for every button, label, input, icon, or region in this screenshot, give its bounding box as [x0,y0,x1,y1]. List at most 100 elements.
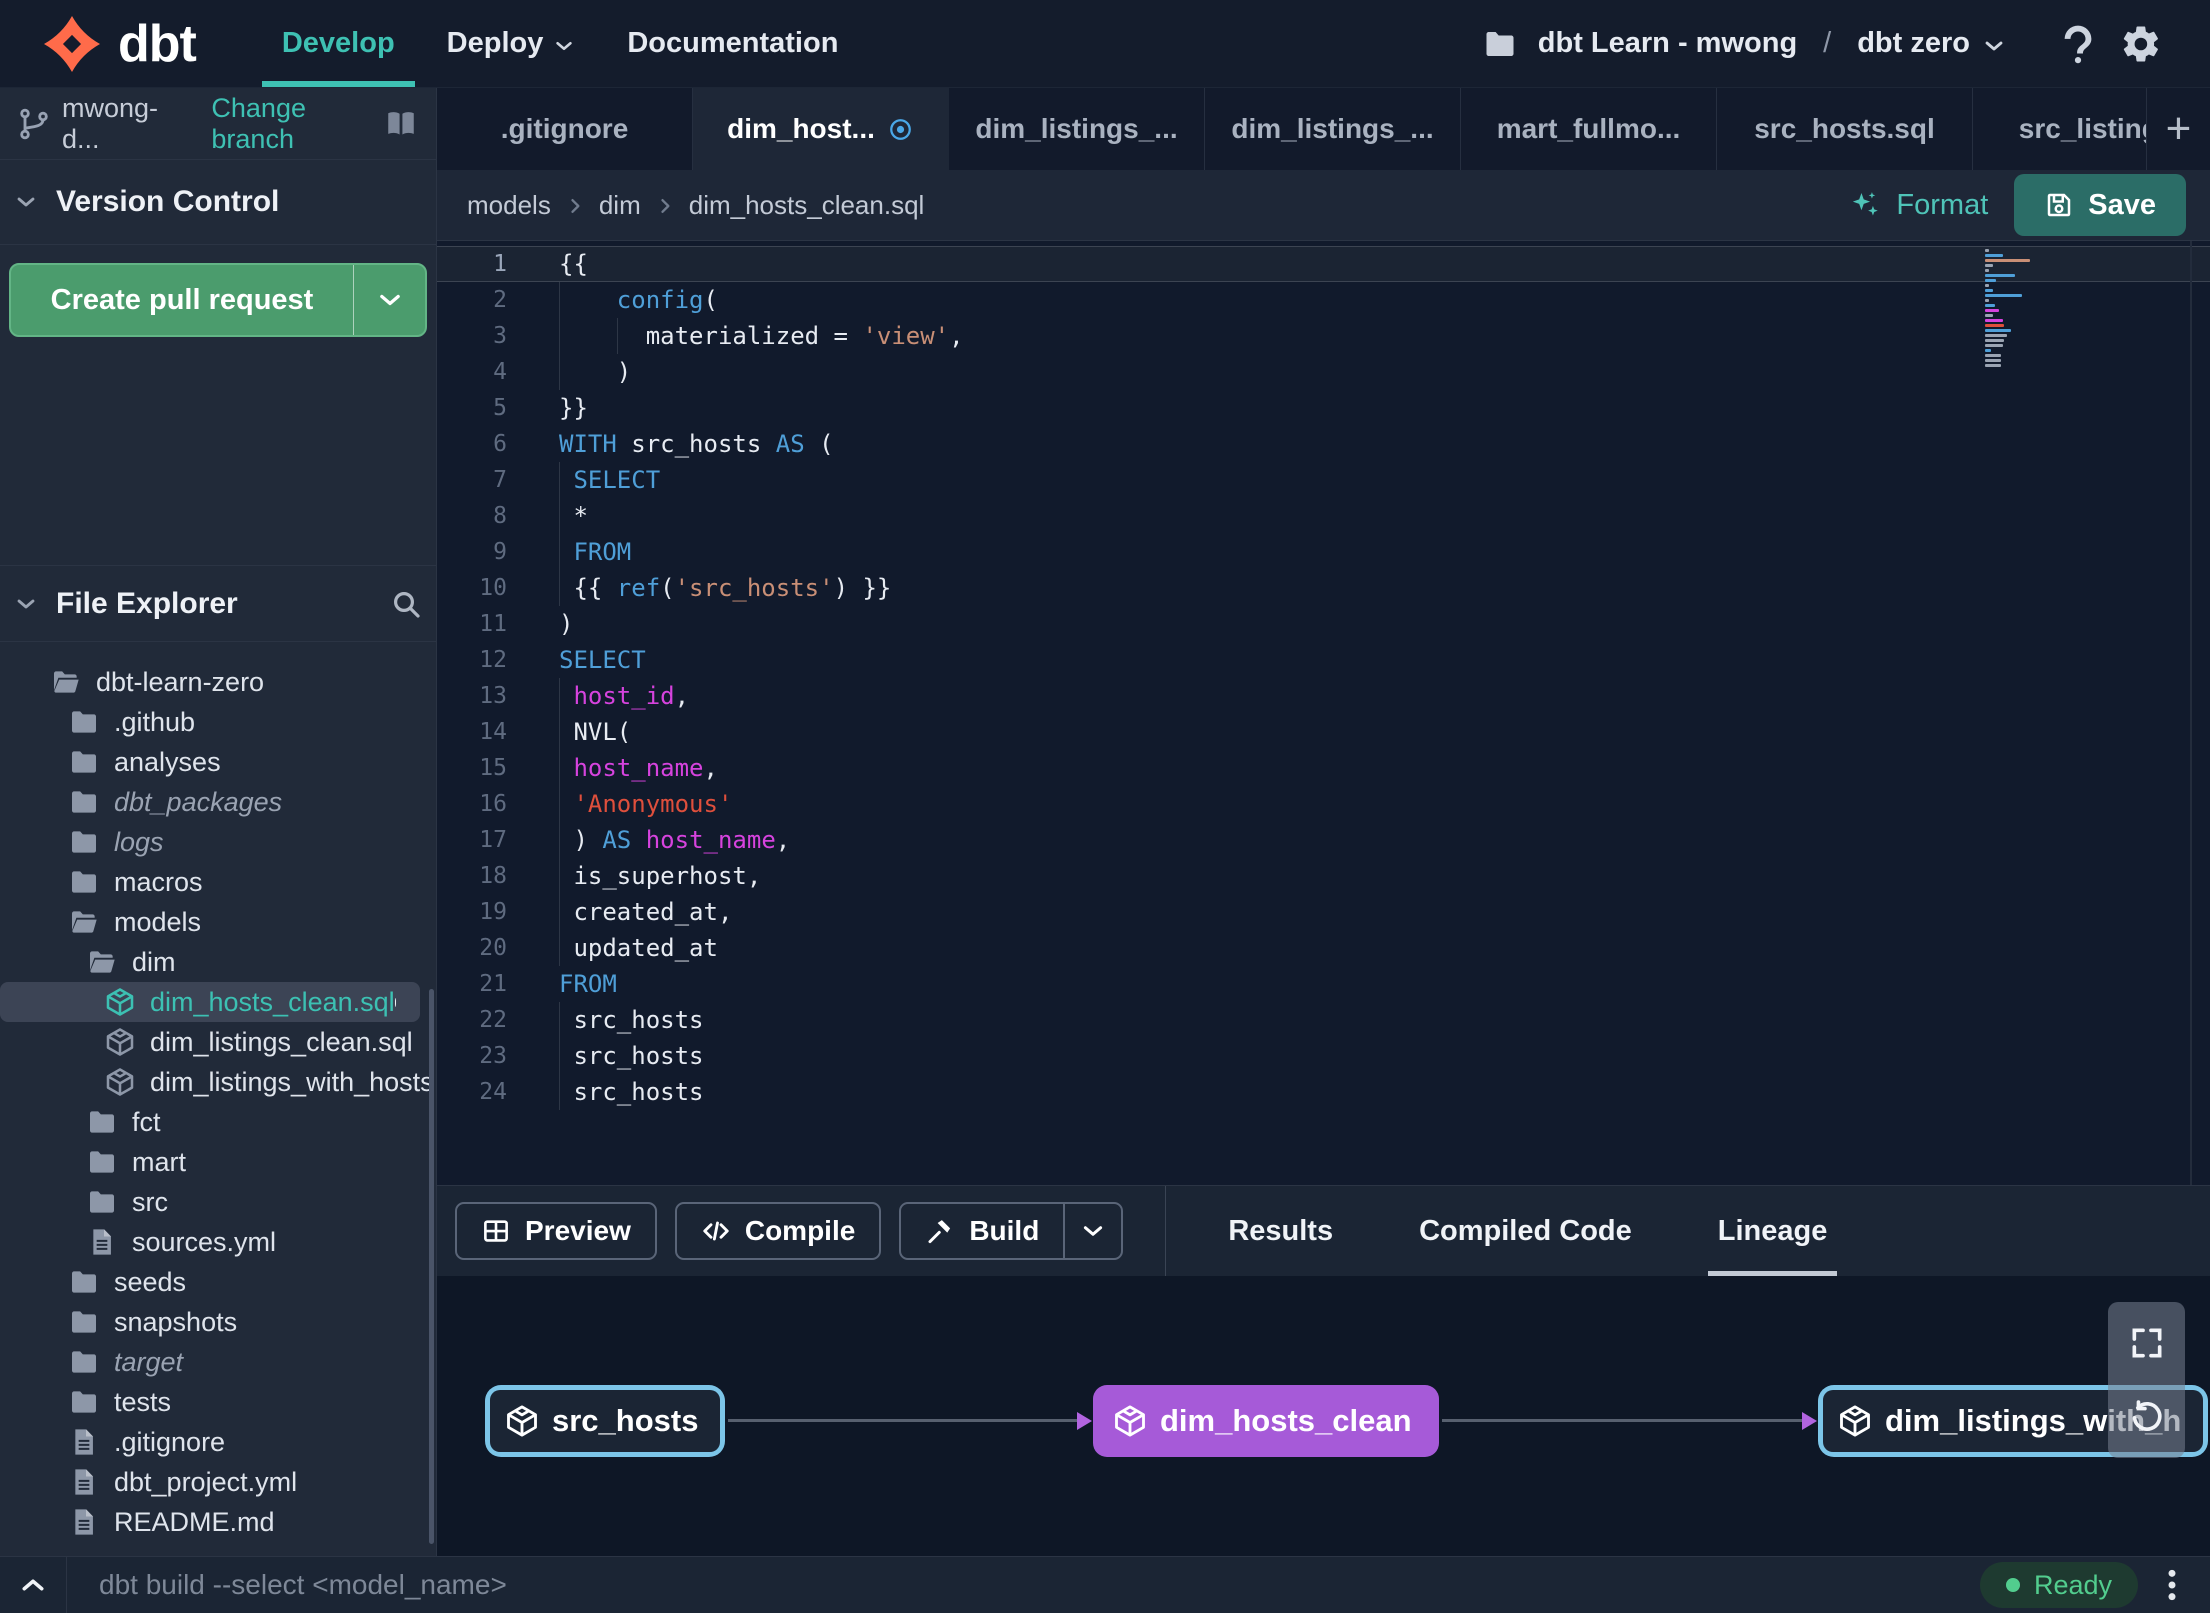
tree-item-src[interactable]: src [0,1182,436,1222]
tree-item-models[interactable]: models [0,902,436,942]
preview-button[interactable]: Preview [455,1202,657,1260]
tree-item-dbt-packages[interactable]: dbt_packages [0,782,436,822]
tree-item-dim-listings-clean-sql[interactable]: dim_listings_clean.sql [0,1022,436,1062]
file-tab-label: mart_fullmo... [1496,113,1681,144]
command-input[interactable] [99,1569,1980,1601]
tree-item-dim-listings-with-hosts[interactable]: dim_listings_with_hosts... [0,1062,436,1102]
tab-results[interactable]: Results [1228,1186,1333,1276]
tree-item-dim[interactable]: dim [0,942,436,982]
new-tab-button[interactable]: + [2146,88,2210,170]
tree-item-tests[interactable]: tests [0,1382,436,1422]
code-text: src_hosts [555,1038,2210,1074]
file-tab-mart-fullmo[interactable]: mart_fullmo... [1461,88,1717,170]
build-button[interactable]: Build [899,1202,1124,1260]
file-tab-dim-listings[interactable]: dim_listings_... [1205,88,1461,170]
sparkles-icon [1848,188,1882,222]
line-number: 1 [493,251,507,277]
tree-item-label: dim_listings_clean.sql [150,1026,413,1057]
code-line: 1 {{ [437,246,2210,282]
collapse-panel-button[interactable] [0,1557,66,1613]
sidebar-scrollbar[interactable] [429,989,434,1544]
indent-guide [559,318,560,354]
tree-item-snapshots[interactable]: snapshots [0,1302,436,1342]
refresh-icon[interactable] [2128,1398,2166,1436]
tree-item-logs[interactable]: logs [0,822,436,862]
lineage-node-dim-hosts-clean[interactable]: dim_hosts_clean [1093,1385,1439,1457]
indent-guide [559,750,560,786]
tree-item-dbt-project-yml[interactable]: dbt_project.yml [0,1462,436,1502]
build-dropdown[interactable] [1063,1204,1121,1258]
version-control-header[interactable]: Version Control [0,160,436,245]
docs-book-icon[interactable] [382,107,420,141]
tab-compiled-code[interactable]: Compiled Code [1419,1186,1632,1276]
tree-item-gitignore[interactable]: .gitignore [0,1422,436,1462]
save-button[interactable]: Save [2014,174,2186,236]
nav-item-develop[interactable]: Develop [256,0,421,87]
file-tab-label: .gitignore [500,113,629,144]
modified-dot [394,997,396,1007]
lineage-graph[interactable]: src_hosts dim_hosts_clean dim_listings_wit… [437,1276,2210,1556]
file-tab-gitignore[interactable]: .gitignore [437,88,693,170]
kebab-menu-icon[interactable] [2152,1565,2192,1605]
tree-item-dbt-learn-zero[interactable]: dbt-learn-zero [0,662,436,702]
code-token: src_hosts [559,1006,704,1034]
fullscreen-icon[interactable] [2128,1324,2166,1362]
create-pull-request-button[interactable]: Create pull request [9,263,427,337]
breadcrumb-item[interactable]: dim_hosts_clean.sql [689,190,925,221]
account-name: dbt Learn - mwong [1537,27,1798,59]
code-token: is_superhost, [559,862,762,890]
code-text: ) [555,610,2210,638]
folder-icon [68,1266,100,1298]
tree-item-seeds[interactable]: seeds [0,1262,436,1302]
breadcrumb-item[interactable]: dim [599,190,641,221]
tree-item-github[interactable]: .github [0,702,436,742]
top-navbar: dbt Develop Deploy Documentation dbt Learn… [0,0,2210,88]
lineage-node-src-hosts[interactable]: src_hosts [485,1385,726,1457]
tree-item-target[interactable]: target [0,1342,436,1382]
change-branch-link[interactable]: Change branch [211,93,382,155]
code-line: 16 'Anonymous' [437,786,2210,822]
tree-item-label: README.md [114,1506,275,1537]
code-token: host_id [573,682,675,710]
create-pr-dropdown[interactable] [353,265,425,335]
breadcrumb-item[interactable]: models [467,190,551,221]
branch-name[interactable]: mwong-d... [62,93,185,155]
tree-item-readme-md[interactable]: README.md [0,1502,436,1542]
tree-item-label: dbt_project.yml [114,1466,298,1497]
file-tab-dim-host[interactable]: dim_host... [693,88,949,170]
code-token: host_name [573,754,704,782]
format-button[interactable]: Format [1822,188,2014,222]
compile-button[interactable]: Compile [674,1202,882,1260]
file-explorer-header[interactable]: File Explorer [0,565,436,642]
help-icon[interactable] [2056,22,2100,66]
tree-item-macros[interactable]: macros [0,862,436,902]
file-tab-src-hosts-sql[interactable]: src_hosts.sql [1717,88,1973,170]
dbt-logo-text: dbt [118,14,197,73]
nav-item-deploy[interactable]: Deploy [421,0,602,87]
indent-guide [559,462,560,498]
code-token: src_hosts [559,1078,704,1106]
tree-item-analyses[interactable]: analyses [0,742,436,782]
tree-item-mart[interactable]: mart [0,1142,436,1182]
line-number: 21 [479,971,507,997]
chevron-up-icon [18,1570,48,1600]
status-badge[interactable]: Ready [1979,1562,2138,1608]
code-token: * [559,502,588,530]
nav-item-documentation[interactable]: Documentation [601,0,864,87]
file-tab-dim-listings[interactable]: dim_listings_... [949,88,1205,170]
search-icon[interactable] [390,588,422,620]
code-editor[interactable]: 1{{2 config(3 materialized = 'view', 4 ) 5… [437,240,2210,1185]
chevron-down-icon [1982,34,2006,58]
file-icon [68,1506,100,1538]
tree-item-label: .gitignore [114,1426,226,1457]
tree-item-dim-hosts-clean-sql[interactable]: dim_hosts_clean.sql [0,982,420,1022]
dbt-logo[interactable]: dbt [0,0,216,87]
gear-icon[interactable] [2120,23,2162,65]
code-token: ( [703,286,718,314]
chevron-down-icon [14,592,38,616]
tree-item-fct[interactable]: fct [0,1102,436,1142]
project-switcher[interactable]: dbt zero [1857,27,2006,60]
tree-item-sources-yml[interactable]: sources.yml [0,1222,436,1262]
tab-lineage[interactable]: Lineage [1707,1186,1837,1276]
